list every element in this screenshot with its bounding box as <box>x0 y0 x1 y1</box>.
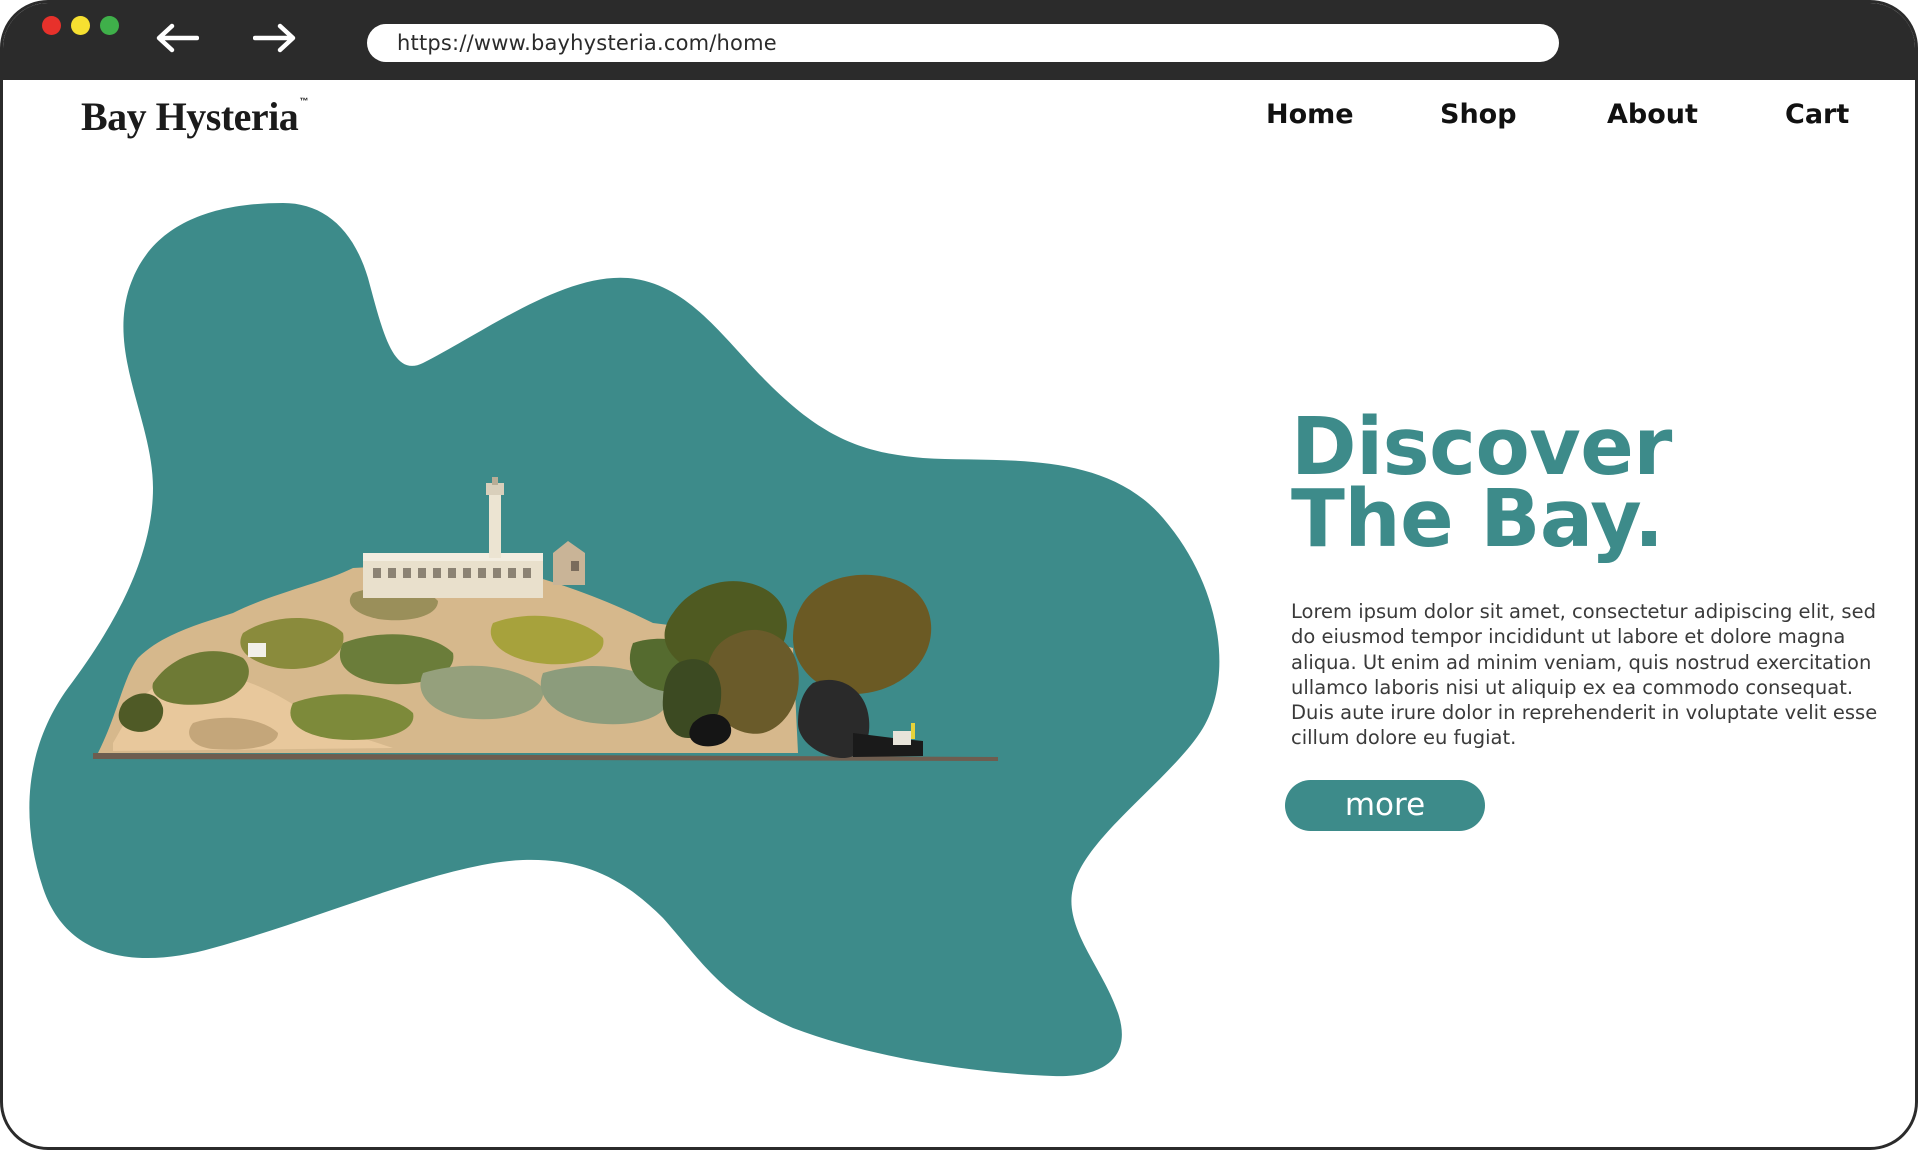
hero-body-text: Lorem ipsum dolor sit amet, consectetur … <box>1291 600 1878 750</box>
minimize-window-button[interactable] <box>71 16 90 35</box>
browser-window: https://www.bayhysteria.com/home Bay Hys… <box>0 0 1918 1150</box>
nav-about[interactable]: About <box>1607 99 1698 130</box>
close-window-button[interactable] <box>42 16 61 35</box>
arrow-right-icon[interactable] <box>253 23 297 53</box>
brand-name: Bay Hysteria <box>81 94 299 139</box>
more-button[interactable]: more <box>1285 780 1485 831</box>
url-text: https://www.bayhysteria.com/home <box>397 31 777 55</box>
arrow-left-icon[interactable] <box>155 23 199 53</box>
alcatraz-island-illustration <box>93 477 998 761</box>
maximize-window-button[interactable] <box>100 16 119 35</box>
hero-headline: Discover The Bay. <box>1291 408 1672 565</box>
brand-logo[interactable]: Bay Hysteria™ <box>81 93 308 140</box>
nav-cart[interactable]: Cart <box>1785 99 1849 130</box>
browser-toolbar: https://www.bayhysteria.com/home <box>3 3 1915 80</box>
nav-home[interactable]: Home <box>1266 99 1354 130</box>
nav-shop[interactable]: Shop <box>1440 99 1517 130</box>
headline-line-2: The Bay. <box>1291 473 1664 565</box>
address-bar[interactable]: https://www.bayhysteria.com/home <box>367 24 1559 62</box>
trademark-mark: ™ <box>299 96 308 106</box>
